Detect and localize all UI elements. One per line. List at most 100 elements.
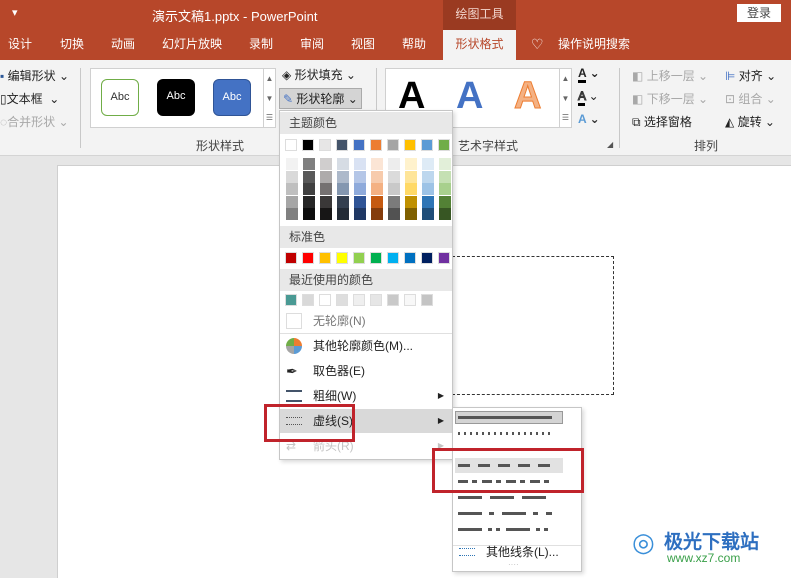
recent-color-swatch[interactable] — [285, 294, 297, 306]
theme-shade-swatch[interactable] — [388, 158, 400, 170]
theme-color-swatch[interactable] — [353, 139, 365, 151]
standard-color-swatch[interactable] — [421, 252, 433, 264]
tell-me-search[interactable]: 操作说明搜索 — [558, 30, 630, 60]
theme-shade-swatch[interactable] — [439, 183, 451, 195]
recent-color-swatch[interactable] — [302, 294, 314, 306]
customize-qat-icon[interactable]: ▾ — [12, 6, 18, 19]
theme-shade-swatch[interactable] — [337, 208, 349, 220]
theme-shade-swatch[interactable] — [388, 170, 400, 183]
theme-color-swatch[interactable] — [370, 139, 382, 151]
wordart-style-blue[interactable]: A — [456, 75, 483, 118]
wordart-expand[interactable]: ☰ — [559, 109, 571, 127]
recent-color-swatch[interactable] — [353, 294, 365, 306]
text-box-button[interactable]: ▯文本框 ⌄ — [0, 90, 59, 107]
theme-shade-swatch[interactable] — [354, 208, 366, 220]
recent-color-swatch[interactable] — [387, 294, 399, 306]
tab-view[interactable]: 视图 — [351, 30, 375, 60]
shape-style-outline-green[interactable]: Abc — [101, 79, 139, 116]
dash-option-long-dash[interactable] — [458, 496, 552, 499]
tab-review[interactable]: 审阅 — [300, 30, 324, 60]
align-button[interactable]: ⊫ 对齐 ⌄ — [725, 67, 776, 84]
theme-color-swatch[interactable] — [336, 139, 348, 151]
theme-color-swatch[interactable] — [421, 139, 433, 151]
standard-color-swatch[interactable] — [336, 252, 348, 264]
recent-color-swatch[interactable] — [336, 294, 348, 306]
theme-shade-swatch[interactable] — [354, 195, 366, 208]
tab-design[interactable]: 设计 — [8, 30, 32, 60]
theme-shade-swatch[interactable] — [439, 170, 451, 183]
text-outline-button[interactable]: A ⌄ — [577, 89, 599, 106]
standard-color-swatch[interactable] — [319, 252, 331, 264]
theme-color-swatch[interactable] — [404, 139, 416, 151]
theme-color-swatch[interactable] — [438, 139, 450, 151]
dialog-launcher-icon[interactable]: ◢ — [607, 140, 613, 149]
theme-shade-swatch[interactable] — [354, 170, 366, 183]
standard-color-swatch[interactable] — [438, 252, 450, 264]
tab-help[interactable]: 帮助 — [402, 30, 426, 60]
theme-shade-swatch[interactable] — [388, 208, 400, 220]
theme-shade-swatch[interactable] — [371, 208, 383, 220]
theme-shade-swatch[interactable] — [422, 183, 434, 195]
theme-color-swatch[interactable] — [387, 139, 399, 151]
theme-shade-swatch[interactable] — [439, 195, 451, 208]
theme-shade-swatch[interactable] — [371, 158, 383, 170]
send-backward-button[interactable]: ◧ 下移一层 ⌄ — [632, 90, 708, 107]
text-fill-button[interactable]: A ⌄ — [578, 66, 600, 83]
theme-color-swatch[interactable] — [285, 139, 297, 151]
theme-shade-swatch[interactable] — [388, 183, 400, 195]
text-effects-button[interactable]: A ⌄ — [578, 112, 600, 126]
theme-shade-swatch[interactable] — [303, 208, 315, 220]
theme-shade-swatch[interactable] — [405, 195, 417, 208]
theme-shade-swatch[interactable] — [388, 195, 400, 208]
theme-color-swatch[interactable] — [319, 139, 331, 151]
theme-shade-swatch[interactable] — [439, 158, 451, 170]
gallery-scroll-up[interactable]: ▲ — [263, 69, 275, 89]
theme-shade-swatch[interactable] — [303, 195, 315, 208]
no-outline-item[interactable]: 无轮廓(N) — [280, 309, 452, 333]
theme-shade-swatch[interactable] — [320, 195, 332, 208]
theme-shade-swatch[interactable] — [286, 170, 298, 183]
theme-shade-swatch[interactable] — [422, 195, 434, 208]
theme-shade-swatch[interactable] — [354, 183, 366, 195]
tab-shape-format[interactable]: 形状格式 — [443, 30, 516, 60]
shape-style-blue[interactable]: Abc — [213, 79, 251, 116]
wordart-scroll-up[interactable]: ▲ — [559, 69, 571, 89]
theme-shade-swatch[interactable] — [286, 183, 298, 195]
theme-shade-swatch[interactable] — [320, 208, 332, 220]
theme-shade-swatch[interactable] — [337, 170, 349, 183]
standard-color-swatch[interactable] — [302, 252, 314, 264]
theme-shade-swatch[interactable] — [405, 170, 417, 183]
theme-shade-swatch[interactable] — [439, 208, 451, 220]
standard-color-swatch[interactable] — [353, 252, 365, 264]
theme-shade-swatch[interactable] — [354, 158, 366, 170]
standard-color-swatch[interactable] — [404, 252, 416, 264]
shape-style-black[interactable]: Abc — [157, 79, 195, 116]
theme-shade-swatch[interactable] — [320, 158, 332, 170]
selected-shape-dashed[interactable] — [452, 256, 614, 395]
more-outline-colors-item[interactable]: 其他轮廓颜色(M)... — [280, 334, 452, 358]
theme-shade-swatch[interactable] — [320, 170, 332, 183]
standard-color-swatch[interactable] — [387, 252, 399, 264]
dash-option-long-dash-dot[interactable] — [458, 512, 552, 515]
eyedropper-item[interactable]: ✒ 取色器(E) — [280, 359, 452, 383]
merge-shapes-button[interactable]: ◌合并形状 ⌄ — [0, 113, 69, 130]
login-button[interactable]: 登录 — [737, 4, 781, 22]
dash-option-solid[interactable] — [458, 416, 552, 419]
selection-pane-button[interactable]: ⧉ 选择窗格 — [632, 113, 692, 130]
dash-option-long-dash-dot-dot[interactable] — [458, 528, 552, 531]
theme-shade-swatch[interactable] — [337, 158, 349, 170]
gallery-expand[interactable]: ☰ — [263, 109, 275, 127]
dash-option-round-dot[interactable] — [458, 432, 552, 435]
theme-shade-swatch[interactable] — [337, 195, 349, 208]
theme-shade-swatch[interactable] — [303, 170, 315, 183]
recent-color-swatch[interactable] — [370, 294, 382, 306]
recent-color-swatch[interactable] — [404, 294, 416, 306]
shape-outline-button[interactable]: ✎ 形状轮廓 ⌄ — [279, 88, 362, 109]
tab-slideshow[interactable]: 幻灯片放映 — [162, 30, 222, 60]
tab-transitions[interactable]: 切换 — [60, 30, 84, 60]
theme-shade-swatch[interactable] — [422, 170, 434, 183]
theme-shade-swatch[interactable] — [337, 183, 349, 195]
theme-color-swatch[interactable] — [302, 139, 314, 151]
edit-shape-button[interactable]: ▪ 编辑形状 ⌄ — [0, 67, 69, 84]
theme-shade-swatch[interactable] — [422, 158, 434, 170]
